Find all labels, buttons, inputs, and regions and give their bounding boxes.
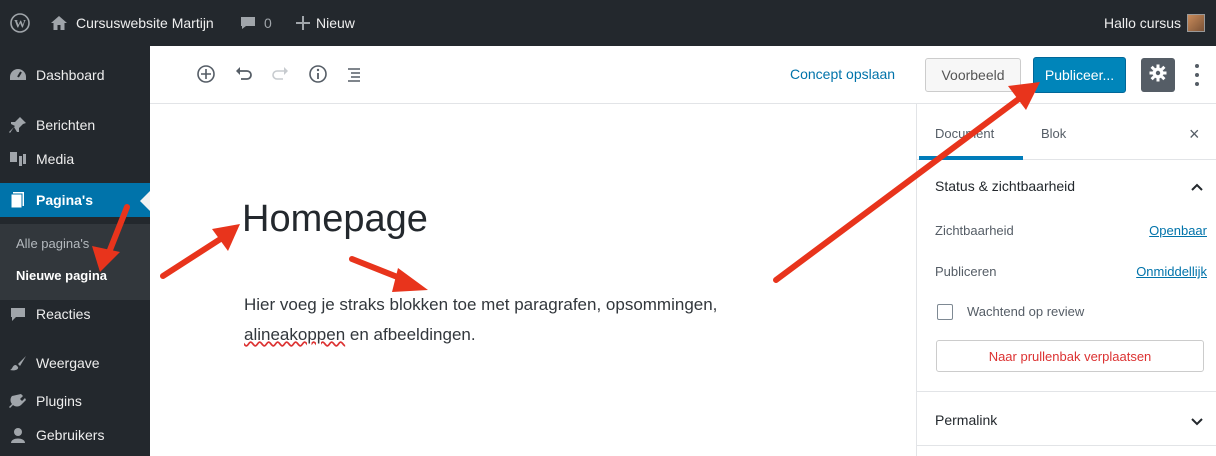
sidebar-item-label: Dashboard <box>36 67 105 83</box>
home-icon <box>50 15 68 31</box>
post-title[interactable]: Homepage <box>242 198 428 241</box>
svg-text:W: W <box>14 17 26 31</box>
plugin-icon <box>0 393 36 409</box>
sidebar-item-reacties[interactable]: Reacties <box>0 297 150 331</box>
account-menu[interactable]: Hallo cursus <box>1104 0 1206 46</box>
site-name: Cursuswebsite Martijn <box>76 15 214 31</box>
permalink-panel: Permalink <box>917 392 1216 446</box>
comments-link[interactable]: 0 <box>240 0 272 46</box>
pages-icon <box>0 191 36 209</box>
move-to-trash-button[interactable]: Naar prullenbak verplaatsen <box>936 340 1204 372</box>
comment-icon <box>0 307 36 322</box>
new-content-link[interactable]: Nieuw <box>296 0 355 46</box>
pending-review-label[interactable]: Wachtend op review <box>967 304 1084 319</box>
site-name-link[interactable]: Cursuswebsite Martijn <box>50 0 214 46</box>
sidebar-item-label: Reacties <box>36 306 91 322</box>
greeting: Hallo cursus <box>1104 15 1182 31</box>
paragraph-block[interactable]: Hier voeg je straks blokken toe met para… <box>244 290 844 350</box>
sidebar-item-label: Plugins <box>36 393 82 409</box>
publish-date-toggle[interactable]: Onmiddellijk <box>1136 264 1207 279</box>
admin-sidebar: Dashboard Berichten Media Pagina's Alle … <box>0 46 150 456</box>
comment-bubble-icon <box>240 16 256 30</box>
submenu-new-page[interactable]: Nieuwe pagina <box>16 268 107 283</box>
sidebar-item-berichten[interactable]: Berichten <box>0 108 150 142</box>
gear-icon <box>1149 64 1167 87</box>
settings-sidebar: Document Blok × Status & zichtbaarheid Z… <box>916 104 1216 456</box>
settings-button[interactable] <box>1141 58 1175 92</box>
info-icon[interactable] <box>308 64 328 89</box>
status-visibility-panel: Status & zichtbaarheid Zichtbaarheid Ope… <box>917 160 1216 392</box>
sidebar-item-label: Gebruikers <box>36 427 105 443</box>
sidebar-item-label: Pagina's <box>36 192 94 208</box>
brush-icon <box>0 355 36 371</box>
misspelled-word: alineakoppen <box>244 325 346 344</box>
sidebar-item-label: Berichten <box>36 117 96 133</box>
status-visibility-heading[interactable]: Status & zichtbaarheid <box>935 178 1075 194</box>
submenu-all-pages[interactable]: Alle pagina's <box>16 236 89 251</box>
permalink-heading[interactable]: Permalink <box>935 412 997 428</box>
new-label: Nieuw <box>316 15 355 31</box>
sidebar-item-paginas[interactable]: Pagina's <box>0 183 150 217</box>
pending-review-checkbox[interactable] <box>937 304 953 320</box>
pin-icon <box>0 116 36 134</box>
close-icon[interactable]: × <box>1189 124 1200 145</box>
tab-block[interactable]: Blok <box>1041 126 1066 141</box>
visibility-label: Zichtbaarheid <box>935 223 1014 238</box>
sidebar-item-gebruikers[interactable]: Gebruikers <box>0 418 150 452</box>
editor-canvas: Homepage Hier voeg je straks blokken toe… <box>150 104 916 456</box>
dashboard-icon <box>0 67 36 83</box>
editor-toolbar: Concept opslaan Voorbeeld Publiceer... <box>150 46 1216 104</box>
tab-document[interactable]: Document <box>935 126 994 141</box>
sidebar-item-label: Media <box>36 151 75 167</box>
plus-icon <box>296 16 310 30</box>
dot <box>1195 64 1199 68</box>
active-menu-pointer <box>140 191 150 211</box>
paragraph-text-end: en afbeeldingen. <box>345 325 476 344</box>
media-icon <box>0 151 36 167</box>
chevron-up-icon[interactable] <box>1190 180 1204 195</box>
add-block-icon[interactable] <box>196 64 216 89</box>
publish-button[interactable]: Publiceer... <box>1033 57 1126 93</box>
redo-icon[interactable] <box>270 64 290 89</box>
sidebar-item-dashboard[interactable]: Dashboard <box>0 58 150 92</box>
paragraph-text: Hier voeg je straks blokken toe met para… <box>244 295 718 314</box>
chevron-down-icon[interactable] <box>1190 415 1204 430</box>
save-draft-button[interactable]: Concept opslaan <box>790 66 895 82</box>
dot <box>1195 82 1199 86</box>
undo-icon[interactable] <box>234 64 254 89</box>
preview-button[interactable]: Voorbeeld <box>925 58 1021 92</box>
sidebar-item-label: Weergave <box>36 355 100 371</box>
admin-bar: W Cursuswebsite Martijn 0 Nieuw Hallo cu… <box>0 0 1216 46</box>
publish-date-label: Publiceren <box>935 264 997 279</box>
pages-submenu: Alle pagina's Nieuwe pagina <box>0 224 150 300</box>
sidebar-tabs: Document Blok × <box>917 104 1216 160</box>
more-options-button[interactable] <box>1190 60 1204 90</box>
users-icon <box>0 427 36 443</box>
comments-count: 0 <box>264 15 272 31</box>
block-navigation-icon[interactable] <box>344 64 364 89</box>
sidebar-item-media[interactable]: Media <box>0 142 150 176</box>
avatar <box>1187 14 1206 32</box>
dot <box>1195 73 1199 77</box>
visibility-toggle[interactable]: Openbaar <box>1149 223 1207 238</box>
wordpress-logo-icon[interactable]: W <box>10 0 30 46</box>
sidebar-item-plugins[interactable]: Plugins <box>0 384 150 418</box>
sidebar-item-weergave[interactable]: Weergave <box>0 346 150 380</box>
